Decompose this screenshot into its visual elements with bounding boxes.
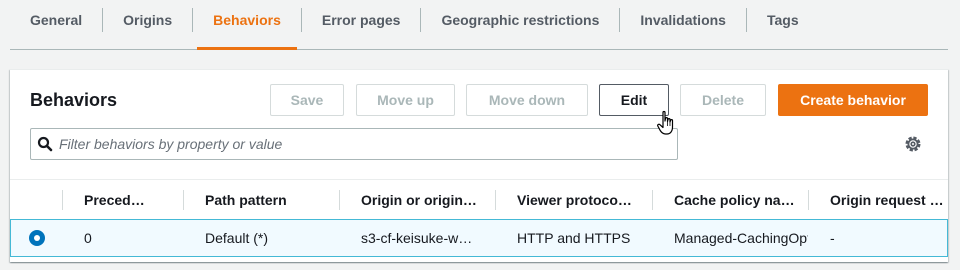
tab-general[interactable]: General <box>10 0 102 40</box>
table-header: Preced… Path pattern Origin or origin… V… <box>10 179 948 219</box>
tab-bar: General Origins Behaviors Error pages Ge… <box>10 0 948 50</box>
column-header-cache-policy[interactable]: Cache policy na… <box>652 180 808 219</box>
cell-precedence: 0 <box>84 230 92 246</box>
filter-search-box[interactable] <box>30 128 678 160</box>
hand-cursor-icon <box>656 110 678 141</box>
column-header-viewer-protocol[interactable]: Viewer protoco… <box>495 180 652 219</box>
select-column-header <box>10 180 62 219</box>
tab-geographic-restrictions[interactable]: Geographic restrictions <box>421 0 619 40</box>
cell-path-pattern: Default (*) <box>205 230 269 246</box>
gear-icon[interactable] <box>903 134 923 159</box>
search-input[interactable] <box>59 136 659 152</box>
column-header-origin-request[interactable]: Origin request … <box>808 180 948 219</box>
cell-origin: s3-cf-keisuke-w… <box>361 230 473 246</box>
cell-origin-request: - <box>830 230 835 246</box>
behaviors-table: Preced… Path pattern Origin or origin… V… <box>10 179 948 257</box>
tab-invalidations[interactable]: Invalidations <box>620 0 746 40</box>
cell-cache-policy: Managed-CachingOpt <box>674 230 808 246</box>
delete-button[interactable]: Delete <box>680 84 766 116</box>
tab-tags[interactable]: Tags <box>747 0 819 40</box>
panel-title: Behaviors <box>30 90 118 110</box>
tab-error-pages[interactable]: Error pages <box>302 0 421 40</box>
create-behavior-button[interactable]: Create behavior <box>778 84 928 116</box>
save-button[interactable]: Save <box>270 84 344 116</box>
table-row[interactable]: 0 Default (*) s3-cf-keisuke-w… HTTP and … <box>10 219 948 257</box>
column-header-origin[interactable]: Origin or origin… <box>339 180 495 219</box>
tab-origins[interactable]: Origins <box>103 0 192 40</box>
tab-behaviors[interactable]: Behaviors <box>193 0 301 50</box>
behaviors-panel: Behaviors Save Move up Move down Edit De… <box>10 69 948 262</box>
search-icon <box>31 136 59 152</box>
move-down-button[interactable]: Move down <box>466 84 588 116</box>
cell-viewer-protocol: HTTP and HTTPS <box>517 230 631 246</box>
row-radio-button[interactable] <box>29 230 45 246</box>
column-header-path-pattern[interactable]: Path pattern <box>183 180 339 219</box>
move-up-button[interactable]: Move up <box>356 84 455 116</box>
column-header-precedence[interactable]: Preced… <box>62 180 183 219</box>
row-select-cell[interactable] <box>11 230 62 246</box>
radio-selected-dot <box>34 235 40 241</box>
